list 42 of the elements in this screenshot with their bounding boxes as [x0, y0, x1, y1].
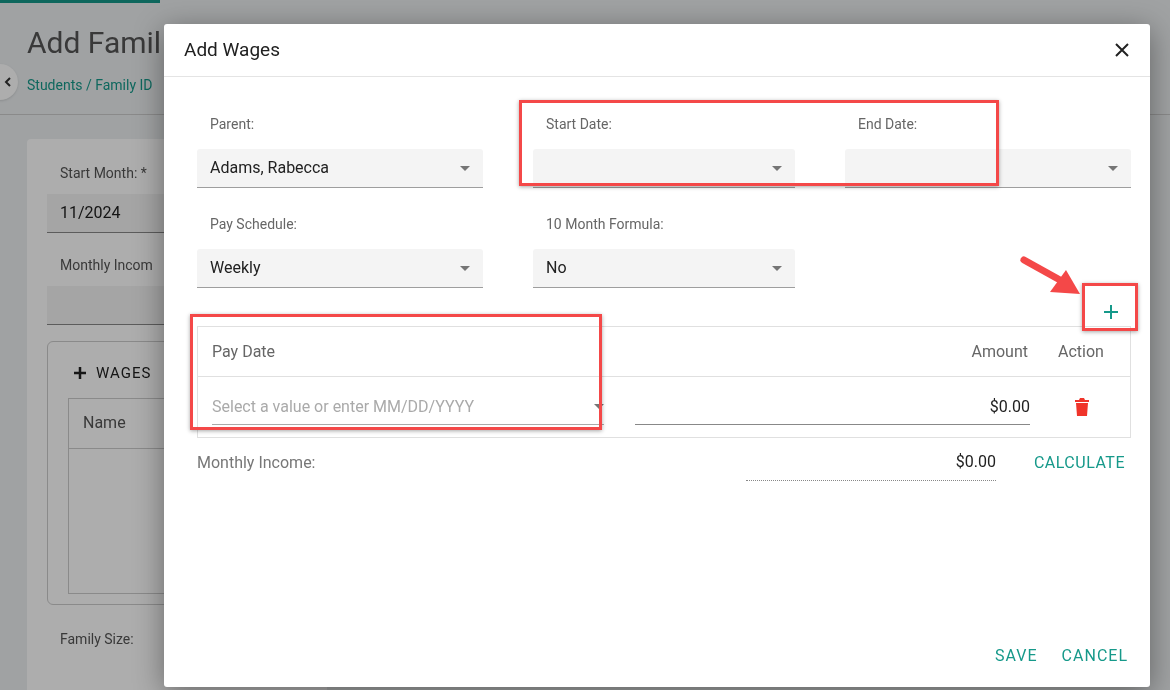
field-label: End Date:: [858, 115, 918, 134]
dialog-title: Add Wages: [184, 36, 280, 63]
field-label: 10 Month Formula:: [546, 215, 664, 234]
add-row-button[interactable]: [1101, 302, 1121, 322]
select-field[interactable]: Weekly: [197, 249, 483, 288]
column-header: Pay Date: [211, 340, 277, 363]
dropdown-caret-icon: [1108, 165, 1118, 171]
calculate-button[interactable]: CALCULATE: [1033, 451, 1125, 475]
dialog-action-button[interactable]: SAVE: [995, 644, 1038, 668]
column-header: Action: [1057, 340, 1105, 363]
dropdown-caret-icon: [460, 265, 470, 271]
dropdown-caret-icon: [772, 265, 782, 271]
field-label: Monthly Income:: [197, 452, 317, 474]
highlight-box: [1082, 283, 1138, 331]
field-label: Pay Schedule:: [210, 215, 297, 234]
page-title: Add Famil: [27, 25, 162, 61]
close-button[interactable]: [1114, 42, 1130, 58]
select-field[interactable]: [533, 149, 795, 188]
field-label: Monthly Incom: [60, 256, 153, 275]
date-field[interactable]: Select a value or enter MM/DD/YYYY: [212, 389, 604, 425]
field-label: Start Month: *: [60, 164, 147, 183]
close-icon: [1114, 42, 1130, 58]
dropdown-caret-icon: [772, 165, 782, 171]
dropdown-caret-icon: [460, 165, 470, 171]
plus-icon: [74, 367, 86, 380]
dropdown-caret-icon: [594, 404, 604, 409]
select-field[interactable]: No: [533, 249, 795, 288]
arrow-drawing: [1020, 256, 1082, 296]
column-header: Amount: [970, 340, 1028, 363]
trash-icon: [1075, 398, 1089, 416]
field-label: Start Date:: [546, 115, 612, 134]
add-wages-button[interactable]: WAGES: [68, 362, 326, 385]
field-label: Family Size:: [60, 630, 134, 649]
select-field[interactable]: [845, 149, 1131, 188]
chevron-left-icon: [4, 77, 12, 87]
select-field[interactable]: Adams, Rabecca: [197, 149, 483, 188]
delete-button[interactable]: [1075, 398, 1089, 416]
plus-icon: [1104, 305, 1118, 319]
field-label: Parent:: [210, 115, 255, 134]
dialog-action-button[interactable]: CANCEL: [1061, 644, 1128, 668]
monthly-income-field: $0.00: [745, 453, 996, 481]
amount-field[interactable]: $0.00: [635, 389, 1030, 425]
